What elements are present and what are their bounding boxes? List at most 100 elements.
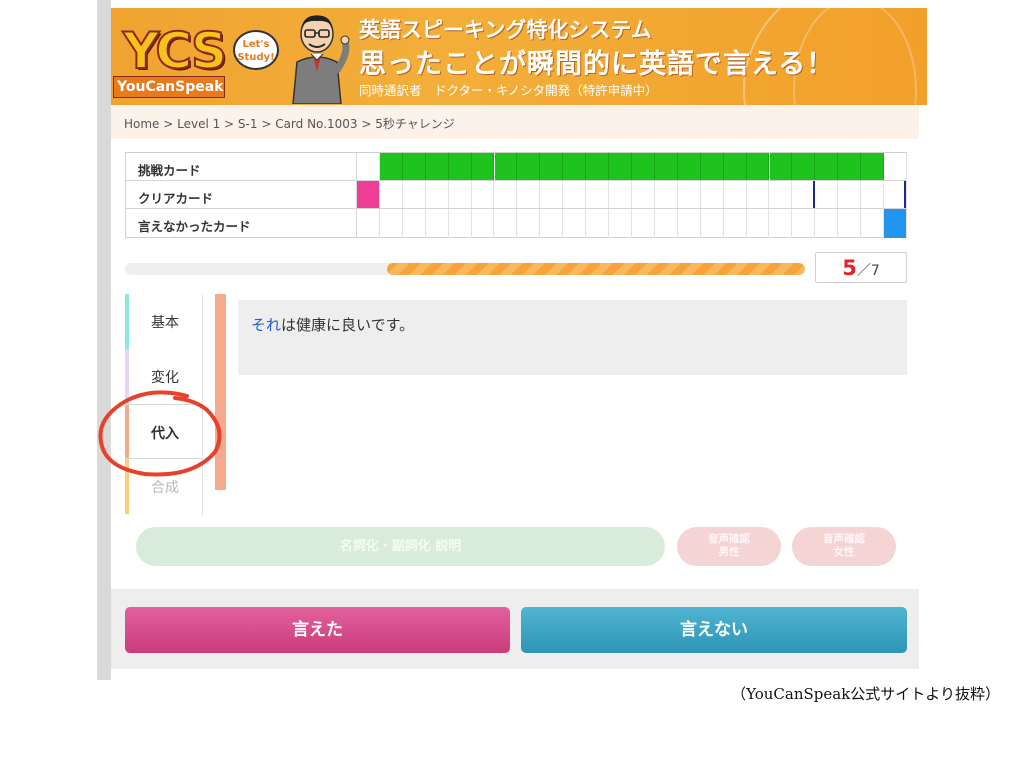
grid-cell: [495, 181, 518, 208]
grid-cell: [426, 209, 449, 238]
grid-cell: [792, 153, 816, 180]
lets-study-bubble: Let's Study!: [233, 30, 279, 70]
grid-cell: [517, 209, 541, 238]
voice-male-button[interactable]: 音声確認 男性: [677, 527, 781, 566]
grid-cell: [770, 209, 793, 238]
grid-cell: [540, 209, 564, 238]
tab-change-label: 変化: [151, 370, 179, 386]
logo-sub-text: YouCanSpeak: [113, 76, 225, 98]
grid-cell: [861, 153, 885, 180]
grid-cells-not-said: [356, 209, 907, 238]
grid-cell: [495, 209, 518, 238]
grid-cell: [472, 209, 495, 238]
sentence-panel: それは健康に良いです。: [238, 300, 907, 375]
grid-cell: [380, 209, 403, 238]
tab-basic-label: 基本: [151, 315, 179, 331]
bubble-line-2: Study!: [237, 52, 275, 63]
grid-cell: [655, 181, 678, 208]
grid-cell: [379, 153, 403, 180]
progress-fill: [386, 263, 805, 275]
progress-counter: 5／7: [815, 252, 907, 283]
grid-row-challenge: 挑戦カード: [126, 153, 907, 181]
grid-cell: [402, 153, 426, 180]
logo-main-text: YCS: [122, 22, 228, 80]
grid-cell: [357, 153, 380, 180]
said-button[interactable]: 言えた: [125, 607, 510, 653]
grid-cell: [815, 181, 839, 208]
header-banner: YCS YouCanSpeak Let's Study! 英語スピーキング特化シ…: [111, 8, 927, 105]
voice-female-line-1: 音声確認: [823, 533, 865, 545]
grid-cell: [471, 153, 495, 180]
grid-cell: [723, 153, 747, 180]
grid-cell: [563, 209, 587, 238]
grid-label-challenge: 挑戦カード: [138, 163, 201, 178]
grid-cell: [654, 153, 678, 180]
grid-cell: [770, 181, 793, 208]
grid-marker-line: [813, 181, 816, 208]
grid-cell: [380, 181, 403, 208]
grid-cell: [884, 209, 907, 238]
grid-cell: [403, 209, 426, 238]
explanation-button[interactable]: 名詞化・副詞化 説明: [136, 527, 665, 566]
grid-cell: [678, 181, 701, 208]
voice-male-line-1: 音声確認: [708, 533, 750, 545]
grid-cell: [884, 153, 907, 180]
voice-female-button[interactable]: 音声確認 女性: [792, 527, 896, 566]
red-circle-annotation: [98, 390, 222, 477]
sentence-text: それは健康に良いです。: [251, 314, 414, 335]
grid-cell: [701, 181, 724, 208]
grid-cell: [609, 153, 632, 180]
grid-cell: [563, 181, 587, 208]
grid-cell: [403, 181, 426, 208]
grid-cell: [792, 181, 816, 208]
progress-track: [125, 263, 805, 275]
grid-cell: [448, 153, 472, 180]
tab-basic[interactable]: 基本: [125, 294, 203, 349]
grid-cell: [426, 181, 449, 208]
grid-marker-line: [904, 181, 906, 208]
breadcrumb-text[interactable]: Home > Level 1 > S-1 > Card No.1003 > 5秒…: [124, 115, 455, 132]
grid-cell: [449, 209, 472, 238]
ycs-logo[interactable]: YCS YouCanSpeak: [113, 23, 228, 100]
grid-cell: [357, 181, 380, 208]
grid-cell: [838, 209, 862, 238]
grid-cell: [724, 209, 747, 238]
grid-cell: [609, 209, 632, 238]
grid-cell: [815, 209, 839, 238]
voice-male-line-2: 男性: [718, 546, 740, 558]
grid-cell: [563, 153, 587, 180]
grid-cell: [769, 153, 793, 180]
grid-cells-clear: [356, 181, 907, 208]
grid-cell: [838, 181, 862, 208]
grid-cell: [472, 181, 495, 208]
progress-total: ／7: [856, 263, 880, 279]
not-said-button[interactable]: 言えない: [521, 607, 907, 653]
grid-cell: [655, 209, 678, 238]
header-title-2: 思ったことが瞬間的に英語で言える！: [359, 49, 835, 80]
tab-compose-label: 合成: [151, 480, 179, 496]
grid-cell: [678, 209, 701, 238]
grid-cell: [517, 181, 541, 208]
grid-cell: [449, 181, 472, 208]
grid-cell: [586, 181, 610, 208]
grid-cell: [632, 181, 655, 208]
grid-cell: [724, 181, 747, 208]
bubble-line-1: Let's: [242, 39, 270, 50]
grid-cell: [861, 209, 885, 238]
grid-cell: [357, 209, 380, 238]
card-progress-grid: 挑戦カード クリアカード 言えなかったカード: [125, 152, 907, 238]
header-title-1: 英語スピーキング特化システム: [359, 18, 652, 42]
grid-cell: [586, 153, 610, 180]
grid-cell: [861, 181, 885, 208]
tab-basic-bar: [125, 294, 129, 349]
grid-cell: [540, 153, 564, 180]
grid-cell: [701, 209, 724, 238]
header-subtitle: 同時通訳者 ドクター・キノシタ開発（特許申請中）: [359, 83, 658, 98]
doctor-mascot-icon: [292, 15, 350, 104]
source-credit: （YouCanSpeak公式サイトより抜粋）: [731, 685, 1000, 703]
grid-cell: [792, 209, 816, 238]
voice-female-line-2: 女性: [833, 546, 855, 558]
grid-cell: [632, 153, 655, 180]
progress-current: 5: [842, 256, 857, 280]
grid-cell: [746, 153, 770, 180]
